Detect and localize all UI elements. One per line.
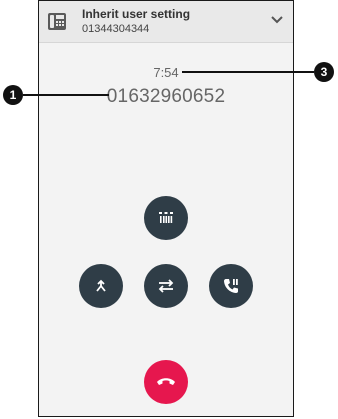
dialpad-icon [159,212,173,223]
caller-id-number: 01344304344 [82,23,150,35]
desk-phone-icon [48,13,66,30]
caller-id-selector[interactable]: Inherit user setting 01344304344 [39,1,293,43]
remote-number: 01632960652 [106,86,226,107]
hang-up-button[interactable] [144,360,188,404]
callout-3-leader [182,71,314,73]
merge-call-button[interactable] [79,264,123,308]
callout-1-leader [23,94,109,96]
transfer-icon [158,279,174,293]
caller-id-title: Inherit user setting [82,7,191,21]
hold-button[interactable] [209,264,253,308]
callout-3: 3 [314,62,334,82]
chevron-down-icon[interactable] [271,15,283,25]
dialpad-button[interactable] [144,196,188,240]
page: Inherit user setting 01344304344 7:54 01… [0,0,338,419]
callout-1: 1 [3,85,23,105]
phone-hold-icon [224,279,238,293]
merge-call-icon [96,279,106,292]
hang-up-icon [157,378,175,385]
call-panel: Inherit user setting 01344304344 7:54 01… [38,0,294,417]
transfer-button[interactable] [144,264,188,308]
